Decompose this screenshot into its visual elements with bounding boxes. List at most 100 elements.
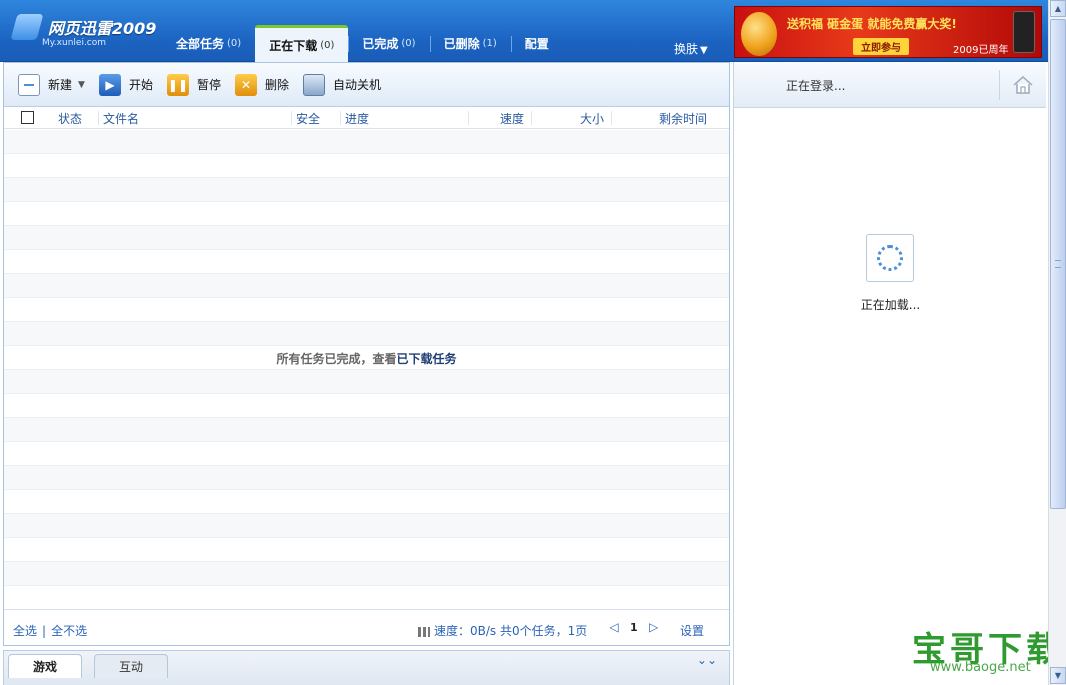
tab-count: (0) (227, 38, 242, 49)
app-header: 网页迅雷2009 My.xunlei.com 全部任务 (0) 正在下载 (0) 已… (0, 0, 1048, 62)
home-icon[interactable] (1012, 74, 1034, 96)
auto-shutdown-label: 自动关机 (332, 78, 381, 92)
skin-label: 换肤 (674, 42, 699, 56)
skin-button[interactable]: 换肤 ▼ (674, 40, 708, 57)
col-speed[interactable]: 速度 (500, 110, 524, 127)
speed-text: 速度：0B/s 共0个任务，1页 (434, 624, 588, 638)
col-separator (98, 111, 99, 125)
col-size[interactable]: 大小 (580, 110, 604, 127)
divider: | (42, 624, 47, 638)
tab-downloading[interactable]: 正在下载 (0) (255, 25, 349, 62)
col-separator (468, 111, 469, 125)
pagination: ◁ 1 ▷ (606, 620, 662, 634)
user-panel: 正在登录... 正在加载... (733, 62, 1046, 685)
next-page-icon[interactable]: ▷ (646, 620, 662, 634)
table-row (4, 250, 729, 274)
table-row (4, 418, 729, 442)
scroll-down-icon[interactable]: ▼ (1050, 667, 1066, 684)
tab-all-tasks[interactable]: 全部任务 (0) (162, 25, 255, 62)
toolbar: 新建 ▼ ▶ 开始 ❚❚ 暂停 ✕ 删除 自动关机 (4, 63, 729, 107)
tab-label: 配置 (524, 37, 549, 51)
login-status: 正在登录... (786, 79, 846, 93)
vertical-scrollbar[interactable]: ▲ ▼ (1048, 0, 1066, 685)
login-bar: 正在登录... (734, 62, 1046, 108)
logo[interactable]: 网页迅雷2009 My.xunlei.com (10, 14, 157, 48)
select-all-link[interactable]: 全选 (13, 624, 37, 638)
ad-banner[interactable]: 送积福 砸金蛋 就能免费赢大奖! 立即参与 2009已周年 (734, 6, 1042, 58)
tab-completed[interactable]: 已完成 (0) (348, 25, 429, 62)
task-list (4, 130, 729, 608)
col-status[interactable]: 状态 (58, 110, 82, 127)
signal-bars-icon (418, 626, 430, 637)
tab-settings[interactable]: 配置 (510, 25, 563, 62)
table-row (4, 562, 729, 586)
divider (999, 70, 1000, 100)
col-separator (611, 111, 612, 125)
tab-label: 已完成 (362, 37, 399, 51)
table-row (4, 370, 729, 394)
tab-deleted[interactable]: 已删除 (1) (429, 25, 511, 62)
start-button[interactable]: ▶ 开始 (98, 73, 153, 96)
empty-state-message: 所有任务已完成，查看已下载任务 (4, 350, 729, 367)
tab-interact[interactable]: 互动 (94, 654, 169, 678)
tab-count: (0) (401, 38, 416, 49)
ad-year: 2009已周年 (953, 45, 1009, 56)
grip-icon (1055, 260, 1061, 268)
table-row (4, 466, 729, 490)
col-remaining[interactable]: 剩余时间 (659, 110, 707, 127)
col-separator (291, 111, 292, 125)
table-row (4, 274, 729, 298)
bottom-tab-bar: 游戏 互动 ⌄⌄ (3, 650, 730, 685)
select-none-link[interactable]: 全不选 (51, 624, 87, 638)
task-footer: 全选 | 全不选 速度：0B/s 共0个任务，1页 ◁ 1 ▷ 设置 (4, 609, 729, 645)
tab-label: 已删除 (443, 37, 480, 51)
computer-clock-icon (302, 73, 325, 96)
delete-button[interactable]: ✕ 删除 (234, 73, 289, 96)
table-row (4, 202, 729, 226)
scroll-thumb[interactable] (1050, 19, 1066, 509)
table-row (4, 154, 729, 178)
prev-page-icon[interactable]: ◁ (606, 620, 622, 634)
task-panel: 新建 ▼ ▶ 开始 ❚❚ 暂停 ✕ 删除 自动关机 状态 文件名 安全 进度 速… (3, 62, 730, 646)
watermark-url: www.baoge.net (930, 660, 1031, 675)
table-row (4, 178, 729, 202)
logo-title: 网页迅雷2009 (47, 19, 157, 38)
table-row (4, 130, 729, 154)
table-row (4, 394, 729, 418)
loading-text: 正在加载... (860, 298, 921, 312)
settings-link[interactable]: 设置 (680, 622, 704, 639)
select-all-checkbox[interactable] (21, 111, 34, 124)
pause-button[interactable]: ❚❚ 暂停 (166, 73, 221, 96)
loading-spinner (866, 234, 914, 282)
table-header: 状态 文件名 安全 进度 速度 大小 剩余时间 (4, 107, 729, 129)
col-separator (531, 111, 532, 125)
delete-icon: ✕ (234, 73, 257, 96)
main-tabs: 全部任务 (0) 正在下载 (0) 已完成 (0) 已删除 (1) 配置 (162, 25, 563, 62)
new-file-icon (18, 73, 40, 96)
play-icon: ▶ (98, 73, 121, 96)
collapse-icon[interactable]: ⌄⌄ (697, 654, 717, 666)
table-row (4, 298, 729, 322)
selection-links: 全选 | 全不选 (13, 622, 87, 639)
xunlei-logo-icon (10, 14, 44, 40)
speed-status: 速度：0B/s 共0个任务，1页 (418, 622, 587, 639)
table-row (4, 442, 729, 466)
current-page: 1 (630, 620, 638, 634)
tab-games[interactable]: 游戏 (8, 654, 83, 678)
ad-join-button[interactable]: 立即参与 (853, 38, 909, 55)
chevron-down-icon[interactable]: ▼ (78, 80, 85, 90)
new-task-button[interactable]: 新建 ▼ (18, 73, 85, 96)
scroll-up-icon[interactable]: ▲ (1050, 0, 1066, 17)
col-security[interactable]: 安全 (296, 110, 320, 127)
pause-label: 暂停 (196, 78, 221, 92)
tab-label: 全部任务 (176, 37, 225, 51)
table-row (4, 586, 729, 608)
tab-count: (0) (320, 39, 335, 51)
tab-label: 正在下载 (269, 38, 318, 53)
col-filename[interactable]: 文件名 (103, 110, 139, 127)
col-progress[interactable]: 进度 (345, 110, 369, 127)
empty-state-text: 所有任务已完成，查看 (276, 352, 397, 366)
auto-shutdown-button[interactable]: 自动关机 (302, 73, 381, 96)
table-row (4, 538, 729, 562)
downloaded-tasks-link[interactable]: 已下载任务 (397, 352, 457, 366)
